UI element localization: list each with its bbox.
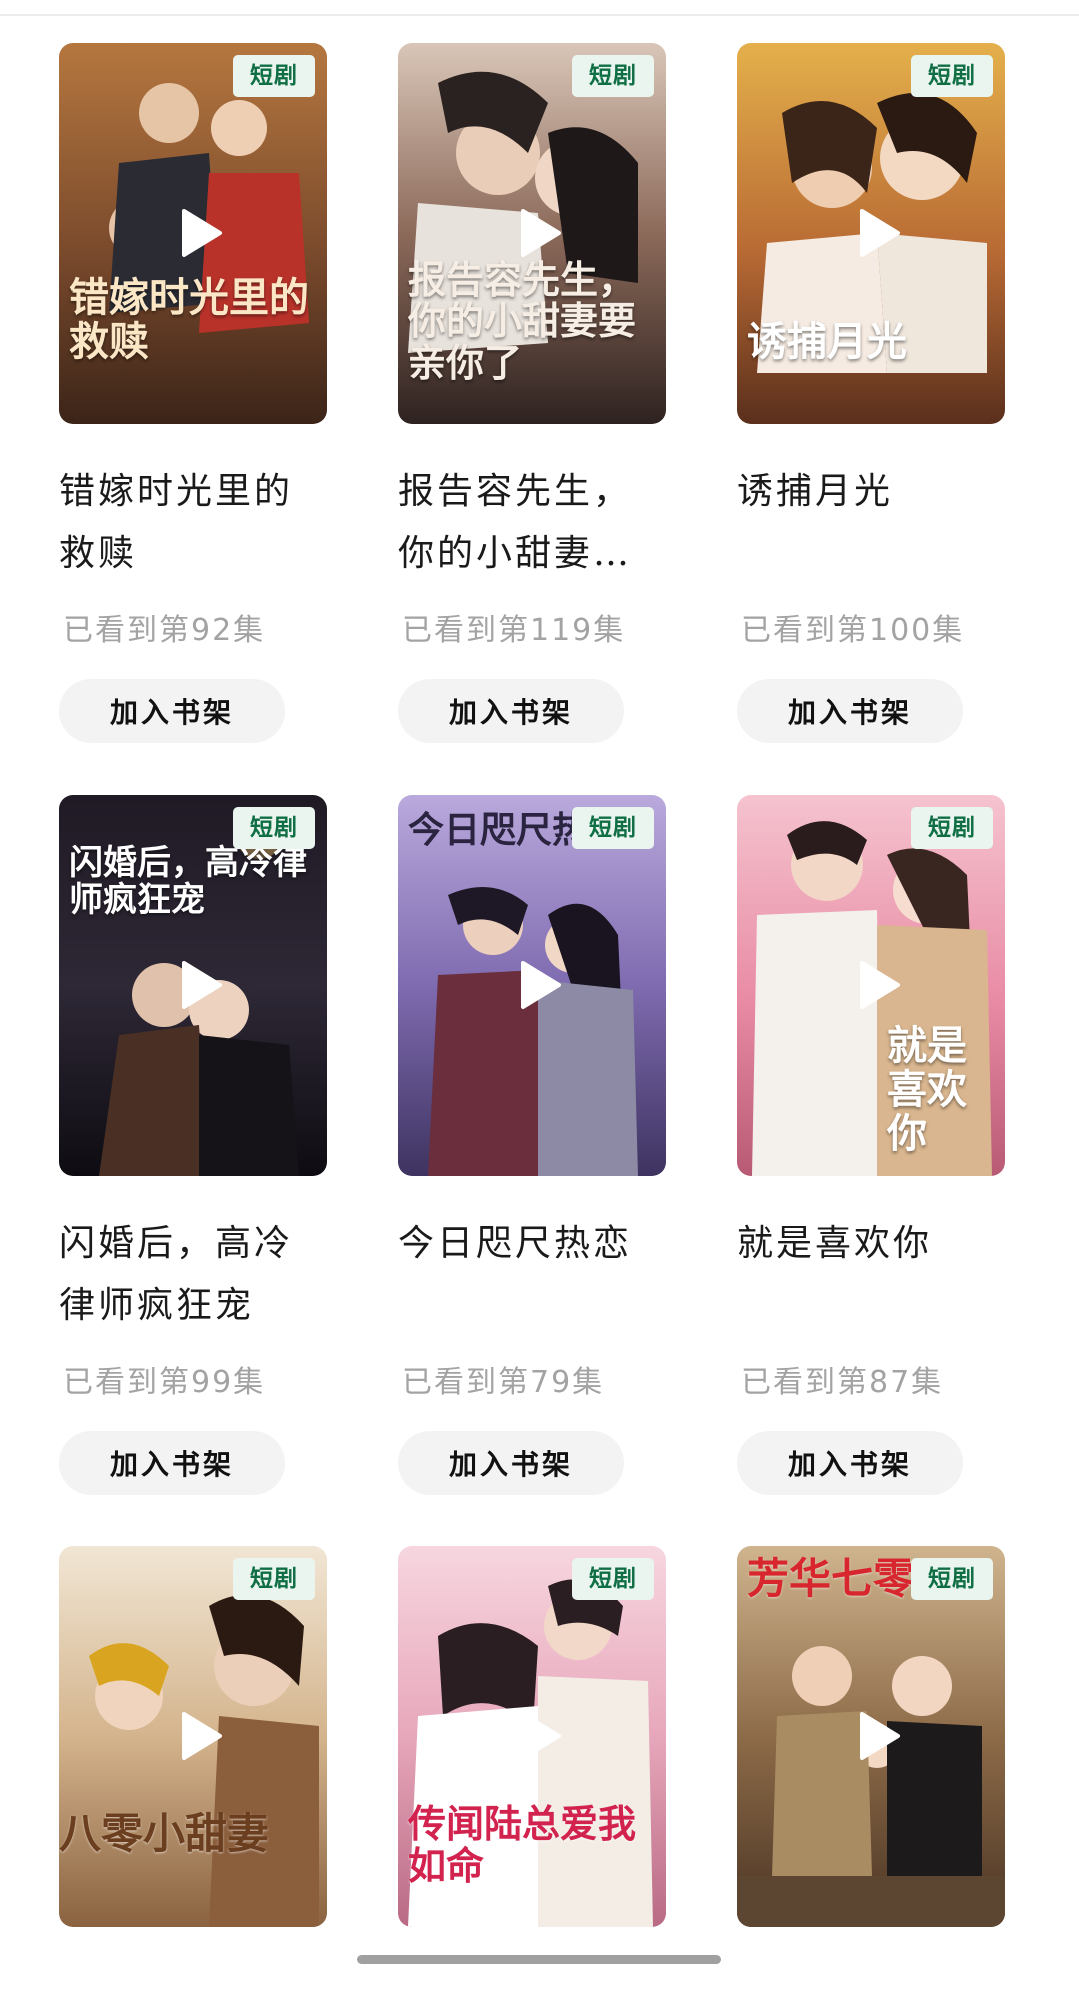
cover-title-text: 闪婚后，高冷律师疯狂宠 [69, 843, 307, 921]
cover-title-text: 就是喜欢你 [887, 1022, 967, 1157]
drama-card[interactable]: 报告容先生，你的小甜妻要亲你了 短剧 报告容先生，你的小甜妻… 已看到第119集… [398, 43, 666, 743]
cover-image[interactable]: 报告容先生，你的小甜妻要亲你了 短剧 [398, 43, 666, 424]
watch-progress: 已看到第99集 [63, 1365, 266, 1400]
drama-card[interactable]: 诱捕月光 短剧 诱捕月光 已看到第100集 加入书架 [737, 43, 1005, 743]
short-drama-badge: 短剧 [911, 55, 993, 97]
drama-title[interactable]: 错嫁时光里的救赎 [59, 461, 327, 585]
add-to-shelf-button[interactable]: 加入书架 [59, 679, 285, 743]
add-to-shelf-button[interactable]: 加入书架 [737, 679, 963, 743]
cover-image[interactable]: 传闻陆总爱我如命 短剧 [398, 1546, 666, 1927]
add-to-shelf-button[interactable]: 加入书架 [398, 1431, 624, 1495]
play-icon [860, 961, 900, 1009]
drama-title[interactable]: 诱捕月光 [737, 461, 1005, 585]
short-drama-badge: 短剧 [233, 1558, 315, 1600]
add-to-shelf-button[interactable]: 加入书架 [398, 679, 624, 743]
cover-title-text: 诱捕月光 [747, 318, 907, 365]
watch-progress: 已看到第100集 [741, 613, 965, 648]
drama-grid: 错嫁时光里的救赎 短剧 错嫁时光里的救赎 已看到第92集 加入书架 报告容先生，… [0, 0, 1079, 1989]
cover-image[interactable]: 诱捕月光 短剧 [737, 43, 1005, 424]
cover-image[interactable]: 八零小甜妻 短剧 [59, 1546, 327, 1927]
cover-title-text: 报告容先生，你的小甜妻要亲你了 [408, 256, 637, 386]
drama-card[interactable]: 今日咫尺热恋 短剧 今日咫尺热恋 已看到第79集 加入书架 [398, 795, 666, 1495]
short-drama-badge: 短剧 [572, 55, 654, 97]
drama-card[interactable]: 闪婚后，高冷律师疯狂宠 短剧 闪婚后，高冷律师疯狂宠 已看到第99集 加入书架 [59, 795, 327, 1495]
add-to-shelf-button[interactable]: 加入书架 [737, 1431, 963, 1495]
watch-progress: 已看到第87集 [741, 1365, 944, 1400]
drama-card[interactable]: 芳华七零 短剧 [737, 1546, 1005, 1927]
watch-progress: 已看到第79集 [402, 1365, 605, 1400]
home-indicator-bar[interactable] [357, 1955, 721, 1964]
drama-title[interactable]: 就是喜欢你 [737, 1213, 1005, 1337]
play-icon [182, 1712, 222, 1760]
cover-image[interactable]: 今日咫尺热恋 短剧 [398, 795, 666, 1176]
cover-image[interactable]: 就是喜欢你 短剧 [737, 795, 1005, 1176]
drama-title[interactable]: 闪婚后，高冷律师疯狂宠 [59, 1213, 327, 1337]
short-drama-badge: 短剧 [911, 1558, 993, 1600]
short-drama-badge: 短剧 [911, 807, 993, 849]
play-icon [521, 209, 561, 257]
cover-image[interactable]: 芳华七零 短剧 [737, 1546, 1005, 1927]
play-icon [521, 961, 561, 1009]
drama-card[interactable]: 错嫁时光里的救赎 短剧 错嫁时光里的救赎 已看到第92集 加入书架 [59, 43, 327, 743]
watch-progress: 已看到第92集 [63, 613, 266, 648]
cover-image[interactable]: 错嫁时光里的救赎 短剧 [59, 43, 327, 424]
play-icon [182, 209, 222, 257]
cover-title-text: 传闻陆总爱我如命 [408, 1801, 637, 1889]
play-icon [182, 961, 222, 1009]
play-icon [860, 209, 900, 257]
play-icon [860, 1712, 900, 1760]
short-drama-badge: 短剧 [572, 1558, 654, 1600]
short-drama-badge: 短剧 [572, 807, 654, 849]
play-icon [521, 1712, 561, 1760]
cover-image[interactable]: 闪婚后，高冷律师疯狂宠 短剧 [59, 795, 327, 1176]
add-to-shelf-button[interactable]: 加入书架 [59, 1431, 285, 1495]
drama-title[interactable]: 报告容先生，你的小甜妻… [398, 461, 666, 585]
drama-title[interactable]: 今日咫尺热恋 [398, 1213, 666, 1337]
drama-card[interactable]: 传闻陆总爱我如命 短剧 [398, 1546, 666, 1927]
drama-card[interactable]: 就是喜欢你 短剧 就是喜欢你 已看到第87集 加入书架 [737, 795, 1005, 1495]
cover-title-text: 错嫁时光里的救赎 [69, 274, 309, 365]
short-drama-badge: 短剧 [233, 807, 315, 849]
cover-title-text: 八零小甜妻 [59, 1808, 270, 1858]
drama-card[interactable]: 八零小甜妻 短剧 [59, 1546, 327, 1927]
short-drama-badge: 短剧 [233, 55, 315, 97]
watch-progress: 已看到第119集 [402, 613, 626, 648]
